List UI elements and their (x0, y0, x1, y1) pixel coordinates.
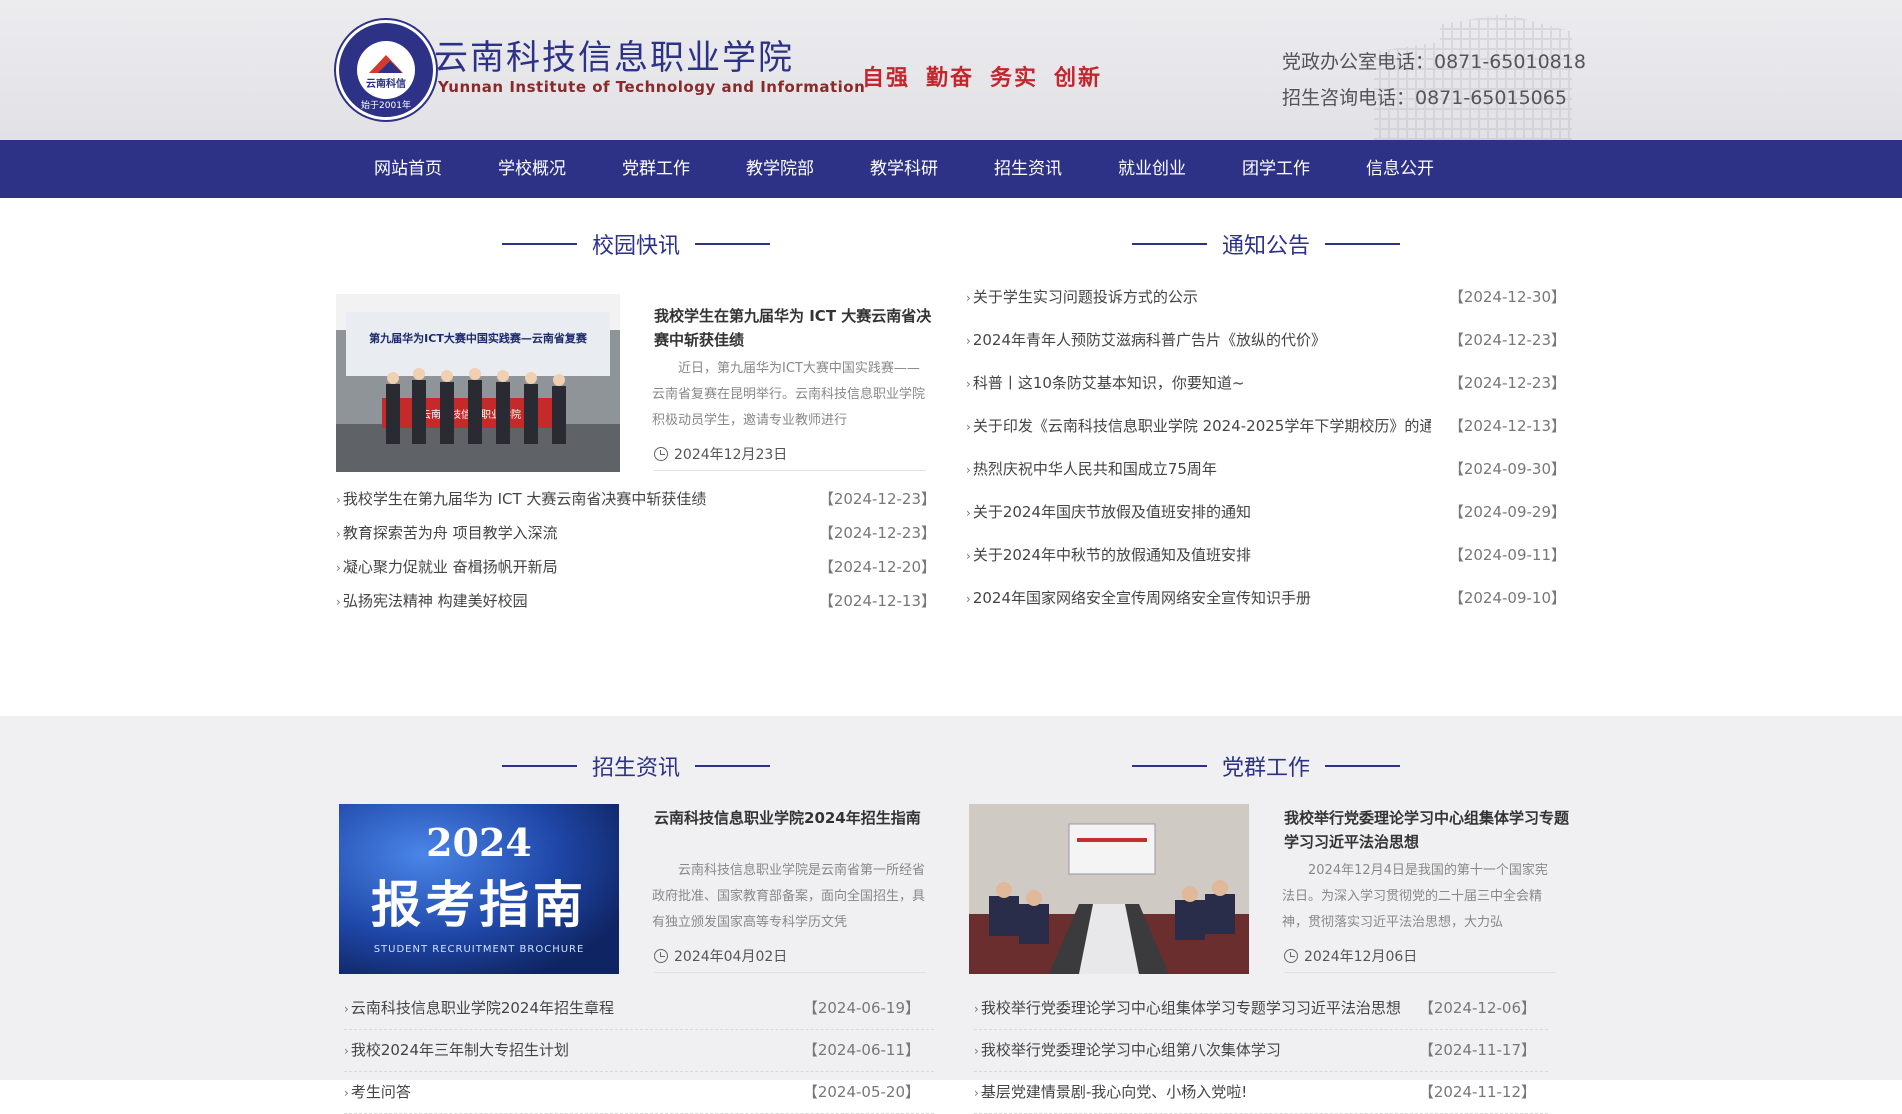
school-motto: 自强 勤奋 务实 创新 (862, 66, 1103, 91)
list-item[interactable]: › 2024年国家网络安全宣传周网络安全宣传知识手册 【2024-09-10】 (966, 577, 1566, 620)
campus-news-panel: 校园快讯 第九届华为ICT大赛中国实践赛—云南省复赛 云南科技信息职业学院 (336, 228, 936, 618)
admissions-featured-date: 2024年04月02日 (654, 946, 926, 973)
list-item[interactable]: › 2024年青年人预防艾滋病科普广告片《放纵的代价》 【2024-12-23】 (966, 319, 1566, 362)
nav-disclosure[interactable]: 信息公开 (1338, 140, 1462, 198)
party-panel: 党群工作 我校举行党委理论学习中心组集体学习专题学习习近平法治思想 2024年1… (966, 750, 1569, 1114)
arrow-right-icon: › (336, 561, 341, 575)
arrow-right-icon: › (336, 527, 341, 541)
arrow-right-icon: › (966, 463, 971, 477)
arrow-right-icon: › (966, 420, 971, 434)
admissions-featured-title[interactable]: 云南科技信息职业学院2024年招生指南 (654, 806, 944, 830)
list-item[interactable]: › 关于2024年国庆节放假及值班安排的通知 【2024-09-29】 (966, 491, 1566, 534)
notice-list: › 关于学生实习问题投诉方式的公示 【2024-12-30】 › 2024年青年人预防… (966, 276, 1566, 620)
site-header: 云南科信 始于2001年 云南科技信息职业学院 Yunnan Institute… (0, 0, 1902, 140)
party-image[interactable] (969, 804, 1249, 974)
arrow-right-icon: › (966, 506, 971, 520)
main-nav: 网站首页 学校概况 党群工作 教学院部 教学科研 招生资讯 就业创业 团学工作 … (0, 140, 1902, 198)
school-name-cn[interactable]: 云南科技信息职业学院 (434, 30, 794, 79)
arrow-right-icon: › (966, 334, 971, 348)
arrow-right-icon: › (966, 549, 971, 563)
list-item[interactable]: › 关于印发《云南科技信息职业学院 2024-2025学年下学期校历》的通 【202… (966, 405, 1566, 448)
svg-text:2024: 2024 (426, 820, 532, 865)
arrow-right-icon: › (966, 592, 971, 606)
nav-departments[interactable]: 教学院部 (718, 140, 842, 198)
list-item[interactable]: › 我校举行党委理论学习中心组集体学习专题学习习近平法治思想 【2024-12-06… (974, 988, 1548, 1030)
arrow-right-icon: › (336, 595, 341, 609)
party-list: › 我校举行党委理论学习中心组集体学习专题学习习近平法治思想 【2024-12-06… (974, 988, 1548, 1114)
list-item[interactable]: › 我校2024年三年制大专招生计划 【2024-06-11】 (344, 1030, 934, 1072)
admissions-featured[interactable]: 2024 报考指南 STUDENT RECRUITMENT BROCHURE 云… (336, 804, 936, 984)
arrow-right-icon: › (336, 493, 341, 507)
nav-admissions[interactable]: 招生资讯 (966, 140, 1090, 198)
featured-news-desc: 近日，第九届华为ICT大赛中国实践赛——云南省复赛在昆明举行。云南科技信息职业学… (652, 361, 926, 428)
news-section: 校园快讯 第九届华为ICT大赛中国实践赛—云南省复赛 云南科技信息职业学院 (0, 198, 1902, 716)
party-heading: 党群工作 (966, 750, 1566, 781)
svg-text:报考指南: 报考指南 (371, 876, 587, 934)
admissions-image[interactable]: 2024 报考指南 STUDENT RECRUITMENT BROCHURE (339, 804, 619, 974)
featured-news-date: 2024年12月23日 (654, 444, 926, 471)
list-item[interactable]: › 弘扬宪法精神 构建美好校园 【2024-12-13】 (336, 584, 936, 618)
nav-research[interactable]: 教学科研 (842, 140, 966, 198)
clock-icon (654, 447, 668, 461)
list-item[interactable]: › 我校举行党委理论学习中心组第八次集体学习 【2024-11-17】 (974, 1030, 1548, 1072)
party-featured-title[interactable]: 我校举行党委理论学习中心组集体学习专题学习习近平法治思想 (1284, 806, 1574, 854)
featured-news-image[interactable]: 第九届华为ICT大赛中国实践赛—云南省复赛 云南科技信息职业学院 (336, 294, 620, 472)
party-featured-desc: 2024年12月4日是我国的第十一个国家宪法日。为深入学习贯彻党的二十届三中全会… (1282, 863, 1548, 930)
admissions-heading: 招生资讯 (336, 750, 936, 781)
nav-home[interactable]: 网站首页 (346, 140, 470, 198)
admission-phone: 招生咨询电话：0871-65015065 (1282, 87, 1567, 109)
clock-icon (1284, 949, 1298, 963)
admissions-featured-desc: 云南科技信息职业学院是云南省第一所经省政府批准、国家教育部备案，面向全国招生，具… (652, 863, 926, 930)
clock-icon (654, 949, 668, 963)
arrow-right-icon: › (974, 1086, 979, 1100)
campus-news-heading: 校园快讯 (336, 228, 936, 259)
list-item[interactable]: › 关于2024年中秋节的放假通知及值班安排 【2024-09-11】 (966, 534, 1566, 577)
arrow-right-icon: › (966, 377, 971, 391)
list-item[interactable]: › 考生问答 【2024-05-20】 (344, 1072, 934, 1114)
featured-news-title[interactable]: 我校学生在第九届华为 ICT 大赛云南省决赛中斩获佳绩 (654, 304, 944, 352)
notice-heading: 通知公告 (966, 228, 1566, 259)
school-name-en: Yunnan Institute of Technology and Infor… (438, 78, 866, 96)
party-featured[interactable]: 我校举行党委理论学习中心组集体学习专题学习习近平法治思想 2024年12月4日是… (966, 804, 1569, 984)
svg-text:STUDENT RECRUITMENT BROCHURE: STUDENT RECRUITMENT BROCHURE (374, 944, 585, 955)
list-item[interactable]: › 我校学生在第九届华为 ICT 大赛云南省决赛中斩获佳绩 【2024-12-23】 (336, 482, 936, 516)
second-section: 招生资讯 2024 报考指南 STUDENT RECRUITMENT BROCH… (0, 716, 1902, 1114)
arrow-right-icon: › (966, 291, 971, 305)
arrow-right-icon: › (974, 1002, 979, 1016)
notice-panel: 通知公告 › 关于学生实习问题投诉方式的公示 【2024-12-30】 › 2024年… (966, 228, 1566, 620)
nav-employment[interactable]: 就业创业 (1090, 140, 1214, 198)
office-phone: 党政办公室电话：0871-65010818 (1282, 51, 1586, 73)
arrow-right-icon: › (974, 1044, 979, 1058)
contact-phones: 党政办公室电话：0871-65010818 招生咨询电话：0871-650150… (1282, 44, 1586, 116)
admissions-list: › 云南科技信息职业学院2024年招生章程 【2024-06-19】 › 我校2024… (344, 988, 934, 1114)
list-item[interactable]: › 关于学生实习问题投诉方式的公示 【2024-12-30】 (966, 276, 1566, 319)
admissions-panel: 招生资讯 2024 报考指南 STUDENT RECRUITMENT BROCH… (336, 750, 936, 1114)
arrow-right-icon: › (344, 1044, 349, 1058)
arrow-right-icon: › (344, 1002, 349, 1016)
list-item[interactable]: › 云南科技信息职业学院2024年招生章程 【2024-06-19】 (344, 988, 934, 1030)
campus-news-list: › 我校学生在第九届华为 ICT 大赛云南省决赛中斩获佳绩 【2024-12-23】… (336, 482, 936, 618)
nav-youth-league[interactable]: 团学工作 (1214, 140, 1338, 198)
arrow-right-icon: › (344, 1086, 349, 1100)
list-item[interactable]: › 教育探索苦为舟 项目教学入深流 【2024-12-23】 (336, 516, 936, 550)
list-item[interactable]: › 基层党建情景剧-我心向党、小杨入党啦! 【2024-11-12】 (974, 1072, 1548, 1114)
party-featured-date: 2024年12月06日 (1284, 946, 1556, 973)
list-item[interactable]: › 热烈庆祝中华人民共和国成立75周年 【2024-09-30】 (966, 448, 1566, 491)
svg-text:第九届华为ICT大赛中国实践赛—云南省复赛: 第九届华为ICT大赛中国实践赛—云南省复赛 (369, 331, 588, 345)
list-item[interactable]: › 凝心聚力促就业 奋楫扬帆开新局 【2024-12-20】 (336, 550, 936, 584)
nav-overview[interactable]: 学校概况 (470, 140, 594, 198)
nav-party-work[interactable]: 党群工作 (594, 140, 718, 198)
list-item[interactable]: › 科普丨这10条防艾基本知识，你要知道~ 【2024-12-23】 (966, 362, 1566, 405)
school-logo[interactable]: 云南科信 始于2001年 (336, 20, 436, 120)
campus-news-featured[interactable]: 第九届华为ICT大赛中国实践赛—云南省复赛 云南科技信息职业学院 (336, 294, 936, 474)
